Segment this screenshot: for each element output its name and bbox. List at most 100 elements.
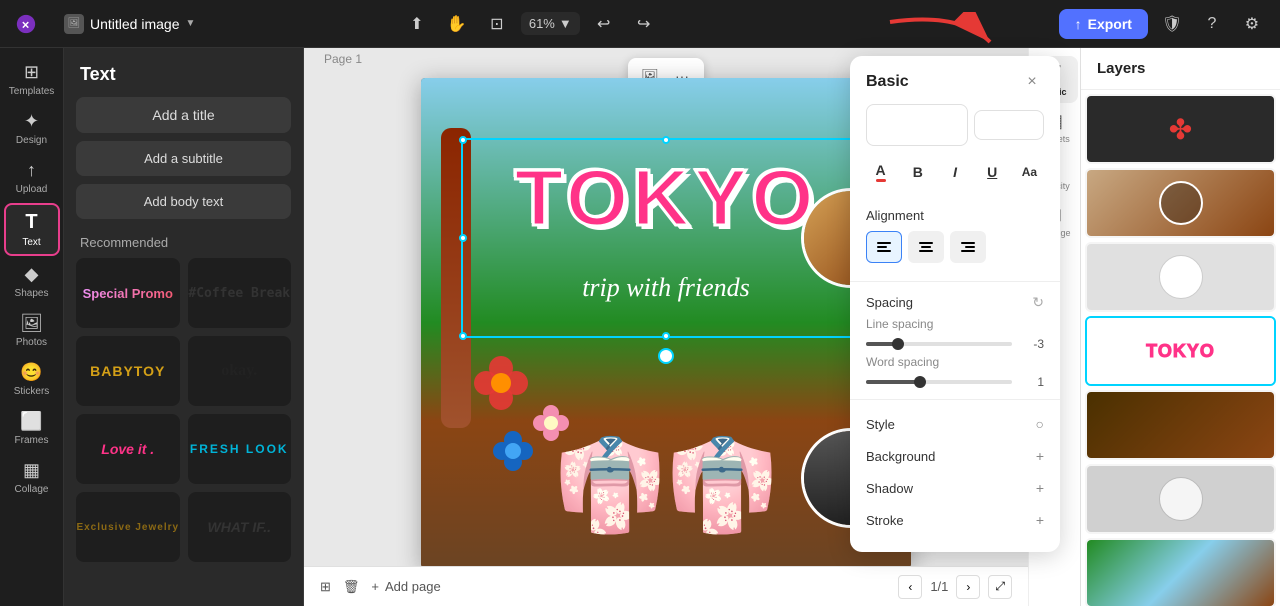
export-icon: ↑ <box>1075 16 1082 32</box>
font-size-selector[interactable]: 65.05 ▾ <box>974 110 1044 140</box>
style-special-promo[interactable]: Special Promo <box>76 258 180 328</box>
layer-item-3[interactable] <box>1085 242 1276 312</box>
sidebar-item-shapes[interactable]: ◆ Shapes <box>4 258 60 305</box>
next-page-button[interactable]: › <box>956 575 980 599</box>
style-babytoy[interactable]: BABYTOY <box>76 336 180 406</box>
layer-3-circle <box>1159 255 1203 299</box>
zoom-selector[interactable]: 61% ▼ <box>521 12 580 35</box>
present-button[interactable]: 🛡 <box>1156 8 1188 40</box>
love-it-label: Love it . <box>101 441 154 457</box>
page-label: Page 1 <box>324 52 362 66</box>
okay-label: okay. <box>221 362 257 380</box>
word-spacing-slider[interactable] <box>866 380 1012 384</box>
upload-label: Upload <box>16 184 48 195</box>
topbar: ✕ 🖼 Untitled image ▼ ⬆ ✋ ⊡ 61% ▼ ↩ ↪ ↑ E… <box>0 0 1280 48</box>
frames-icon: ⬜ <box>20 411 42 432</box>
format-row: A B I U Aa <box>850 156 1060 200</box>
spacing-refresh-button[interactable]: ↻ <box>1032 294 1044 311</box>
style-label: Style <box>866 417 895 432</box>
shadow-expand-row[interactable]: Shadow + <box>850 472 1060 504</box>
layer-item-2[interactable] <box>1085 168 1276 238</box>
align-center-button[interactable] <box>908 231 944 263</box>
fresh-look-label: FRESH LOOK <box>190 442 289 456</box>
export-label: Export <box>1088 16 1132 32</box>
italic-button[interactable]: I <box>940 156 969 188</box>
layers-panel: Layers ✤ <box>1080 48 1280 606</box>
layer-6-circle <box>1159 477 1203 521</box>
align-left-button[interactable] <box>866 231 902 263</box>
upload-icon: ↑ <box>27 160 36 181</box>
add-title-button[interactable]: Add a title <box>76 97 291 133</box>
help-button[interactable]: ? <box>1196 8 1228 40</box>
delete-bottom-button[interactable]: 🗑 <box>343 579 360 595</box>
underline-button[interactable]: U <box>978 156 1007 188</box>
layer-item-4[interactable]: TOKYO <box>1085 316 1276 386</box>
sidebar-item-text[interactable]: T Text <box>4 203 60 256</box>
align-right-icon <box>960 239 976 255</box>
collage-icon: ▦ <box>23 460 40 481</box>
pointer-tool-button[interactable]: ⬆ <box>401 8 433 40</box>
add-subtitle-button[interactable]: Add a subtitle <box>76 141 291 176</box>
text-color-button[interactable]: A <box>866 156 895 188</box>
style-exclusive[interactable]: Exclusive Jewelry <box>76 492 180 562</box>
document-name[interactable]: Untitled image <box>90 16 180 32</box>
undo-button[interactable]: ↩ <box>588 8 620 40</box>
align-right-button[interactable] <box>950 231 986 263</box>
document-dropdown-chevron[interactable]: ▼ <box>186 18 196 29</box>
layer-item-7[interactable] <box>1085 538 1276 606</box>
sidebar-item-stickers[interactable]: 😊 Stickers <box>4 356 60 403</box>
prev-page-button[interactable]: ‹ <box>898 575 922 599</box>
what-if-label: WHAT IF.. <box>207 519 271 535</box>
sidebar-item-collage[interactable]: ▦ Collage <box>4 454 60 501</box>
basic-panel-close-button[interactable]: × <box>1020 70 1044 94</box>
line-spacing-slider-row: -3 <box>850 333 1060 353</box>
tokyo-text[interactable]: TOKYO <box>514 158 817 238</box>
grid-bottom-button[interactable]: ⊞ <box>320 579 331 595</box>
text-sidebar-label: Text <box>22 237 40 248</box>
style-expand-row[interactable]: Style ○ <box>850 408 1060 440</box>
canvas-frame[interactable]: 👘👘 TOKYO trip with friends <box>421 78 911 566</box>
layer-5-thumb <box>1087 392 1274 458</box>
redo-button[interactable]: ↪ <box>628 8 660 40</box>
line-spacing-slider[interactable] <box>866 342 1012 346</box>
style-love-it[interactable]: Love it . <box>76 414 180 484</box>
style-coffee-break[interactable]: #Coffee Break <box>188 258 292 328</box>
babytoy-label: BABYTOY <box>90 363 165 379</box>
trip-text[interactable]: trip with friends <box>582 273 750 303</box>
templates-label: Templates <box>9 86 55 97</box>
frame-tool-button[interactable]: ⊡ <box>481 8 513 40</box>
text-color-indicator: A <box>876 162 886 182</box>
shapes-icon: ◆ <box>25 264 39 285</box>
font-family-selector[interactable]: Chewy-Regular ▾ <box>866 104 968 146</box>
case-button[interactable]: Aa <box>1015 156 1044 188</box>
canva-logo[interactable]: ✕ <box>12 10 40 38</box>
bold-button[interactable]: B <box>903 156 932 188</box>
hand-tool-button[interactable]: ✋ <box>441 8 473 40</box>
style-what-if[interactable]: WHAT IF.. <box>188 492 292 562</box>
layer-item-1[interactable]: ✤ <box>1085 94 1276 164</box>
stickers-label: Stickers <box>14 386 50 397</box>
flower-blue <box>491 429 535 478</box>
sidebar-item-upload[interactable]: ↑ Upload <box>4 154 60 201</box>
sidebar-item-frames[interactable]: ⬜ Frames <box>4 405 60 452</box>
settings-button[interactable]: ⚙ <box>1236 8 1268 40</box>
sidebar-item-photos[interactable]: 🖼 Photos <box>4 307 60 354</box>
sidebar-item-templates[interactable]: ⊞ Templates <box>4 56 60 103</box>
style-fresh-look[interactable]: FRESH LOOK <box>188 414 292 484</box>
add-page-button[interactable]: + Add page <box>371 579 440 594</box>
word-spacing-thumb[interactable] <box>914 376 926 388</box>
stroke-expand-row[interactable]: Stroke + <box>850 504 1060 536</box>
layer-item-6[interactable] <box>1085 464 1276 534</box>
add-body-button[interactable]: Add body text <box>76 184 291 219</box>
line-spacing-thumb[interactable] <box>892 338 904 350</box>
spacing-header-row: Spacing ↻ <box>850 290 1060 315</box>
main-area: ⊞ Templates ✦ Design ↑ Upload T Text ◆ S… <box>0 48 1280 606</box>
style-radio-icon: ○ <box>1036 416 1044 432</box>
layer-item-5[interactable] <box>1085 390 1276 460</box>
export-button[interactable]: ↑ Export <box>1059 9 1148 39</box>
style-okay[interactable]: okay. <box>188 336 292 406</box>
background-expand-row[interactable]: Background + <box>850 440 1060 472</box>
fullscreen-button[interactable]: ⤢ <box>988 575 1012 599</box>
sidebar-item-design[interactable]: ✦ Design <box>4 105 60 152</box>
background-plus-icon: + <box>1036 448 1044 464</box>
